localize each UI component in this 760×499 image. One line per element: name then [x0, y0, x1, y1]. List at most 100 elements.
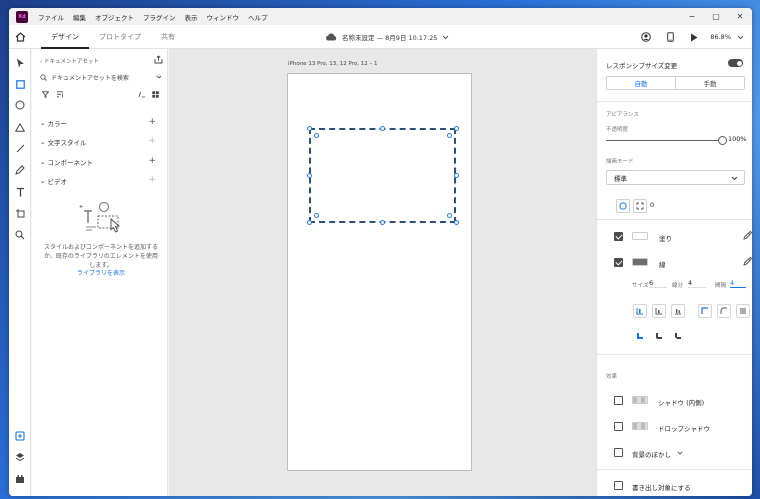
fill-checkbox[interactable] — [614, 232, 623, 241]
cap-bevel-button[interactable] — [671, 329, 685, 343]
section-character-styles[interactable]: ⌄ 文字スタイル + — [40, 136, 162, 147]
tab-share[interactable]: 共有 — [151, 25, 185, 49]
corner-radius-handle[interactable] — [447, 133, 452, 138]
resize-handle-left[interactable] — [307, 173, 312, 178]
filter-icon[interactable] — [42, 91, 49, 98]
resize-handle-top-right[interactable] — [454, 126, 459, 131]
add-color-icon[interactable]: + — [148, 117, 156, 127]
minimize-button[interactable]: − — [680, 8, 704, 25]
opacity-slider-knob[interactable] — [718, 136, 727, 145]
chevron-down-icon[interactable] — [737, 35, 744, 40]
blend-mode-select[interactable]: 標準 — [606, 170, 745, 185]
pen-tool[interactable] — [13, 163, 27, 177]
resize-handle-right[interactable] — [454, 173, 459, 178]
home-button[interactable] — [9, 31, 31, 42]
section-components[interactable]: ⌄ コンポーネント + — [40, 156, 162, 167]
view-libraries-link[interactable]: ライブラリを表示 — [42, 268, 160, 277]
list-view-icon[interactable] — [138, 91, 146, 98]
assets-panel-button[interactable] — [13, 429, 27, 443]
device-preview-button[interactable] — [658, 32, 682, 42]
drop-shadow-swatch[interactable] — [632, 422, 648, 430]
drop-shadow-checkbox[interactable] — [614, 422, 623, 431]
stroke-center-button[interactable] — [652, 304, 666, 318]
add-video-icon[interactable]: + — [148, 175, 156, 185]
breadcrumb[interactable]: ‹ ドキュメントアセット — [40, 57, 99, 65]
text-tool[interactable] — [13, 185, 27, 199]
inner-shadow-swatch[interactable] — [632, 396, 648, 404]
polygon-tool[interactable] — [13, 120, 27, 134]
uniform-radius-button[interactable] — [616, 199, 630, 213]
inner-shadow-checkbox[interactable] — [614, 396, 623, 405]
dash-input[interactable]: 4 — [688, 279, 706, 288]
resize-handle-top-left[interactable] — [307, 126, 312, 131]
chevron-down-icon[interactable] — [677, 451, 683, 455]
opacity-value[interactable]: 100% — [728, 135, 747, 143]
grid-view-icon[interactable] — [152, 91, 159, 98]
tab-design[interactable]: デザイン — [41, 25, 89, 49]
asset-search-input[interactable]: ドキュメントアセットを検索 — [40, 71, 162, 83]
resize-handle-top[interactable] — [380, 126, 385, 131]
opacity-slider-track[interactable] — [606, 140, 724, 141]
maximize-button[interactable]: ▢ — [704, 8, 728, 25]
user-button[interactable] — [634, 32, 658, 42]
menu-window[interactable]: ウィンドウ — [207, 12, 249, 22]
cap-square-button[interactable] — [633, 329, 647, 343]
resize-handle-bottom-right[interactable] — [454, 220, 459, 225]
document-title[interactable]: 名称未設定 — 8月9日 10.17.25 — [325, 25, 449, 49]
corner-radius-handle[interactable] — [314, 133, 319, 138]
add-component-icon[interactable]: + — [148, 156, 156, 166]
plugins-panel-button[interactable] — [13, 472, 27, 486]
menu-edit[interactable]: 編集 — [73, 12, 95, 22]
individual-radius-button[interactable] — [633, 199, 647, 213]
eyedropper-icon[interactable] — [743, 231, 752, 240]
sort-icon[interactable] — [56, 91, 64, 98]
corner-radius-handle[interactable] — [314, 213, 319, 218]
stroke-inside-button[interactable] — [633, 304, 647, 318]
cap-square-icon — [637, 333, 643, 339]
menu-view[interactable]: 表示 — [185, 12, 207, 22]
close-window-button[interactable]: ✕ — [728, 8, 752, 25]
layers-panel-button[interactable] — [13, 450, 27, 464]
zoom-tool[interactable] — [13, 228, 27, 242]
corner-radius-handle[interactable] — [447, 213, 452, 218]
fill-color-swatch[interactable] — [632, 232, 648, 240]
add-character-style-icon[interactable]: + — [148, 136, 156, 146]
selected-rectangle[interactable] — [309, 128, 456, 223]
stroke-color-swatch[interactable] — [632, 258, 648, 266]
stroke-outside-button[interactable] — [671, 304, 685, 318]
section-colors[interactable]: ⌄ カラー + — [40, 117, 162, 128]
menu-file[interactable]: ファイル — [38, 12, 73, 22]
share-icon[interactable] — [154, 55, 163, 64]
artboard-title[interactable]: iPhone 13 Pro, 13, 12 Pro, 12 – 1 — [288, 61, 378, 67]
tab-prototype[interactable]: プロトタイプ — [89, 25, 151, 49]
menu-object[interactable]: オブジェクト — [95, 12, 143, 22]
play-button[interactable] — [682, 33, 706, 42]
ellipse-tool[interactable] — [13, 98, 27, 112]
cap-round-button[interactable] — [652, 329, 666, 343]
join-miter-button[interactable] — [698, 304, 712, 318]
responsive-resize-toggle[interactable] — [728, 59, 743, 67]
line-tool[interactable] — [13, 141, 27, 155]
resize-handle-bottom-left[interactable] — [307, 220, 312, 225]
zoom-level[interactable]: 86.8% — [710, 33, 731, 41]
mode-manual-button[interactable]: 手動 — [676, 77, 744, 89]
menu-help[interactable]: ヘルプ — [248, 12, 277, 22]
mark-for-export-checkbox[interactable] — [614, 481, 623, 490]
stroke-checkbox[interactable] — [614, 258, 623, 267]
corner-radius-input[interactable]: 0 — [650, 201, 654, 209]
section-video[interactable]: ⌄ ビデオ + — [40, 175, 162, 186]
canvas[interactable]: iPhone 13 Pro, 13, 12 Pro, 12 – 1 — [169, 49, 596, 496]
join-bevel-button[interactable] — [736, 304, 750, 318]
artboard-tool[interactable] — [13, 206, 27, 220]
ellipse-icon — [15, 100, 25, 110]
menu-plugins[interactable]: プラグイン — [143, 12, 185, 22]
stroke-size-input[interactable]: 6 — [649, 279, 667, 288]
resize-handle-bottom[interactable] — [380, 220, 385, 225]
eyedropper-icon[interactable] — [743, 257, 752, 266]
select-tool[interactable] — [13, 56, 27, 70]
join-round-button[interactable] — [717, 304, 731, 318]
background-blur-checkbox[interactable] — [614, 448, 623, 457]
gap-input[interactable]: 4 — [730, 279, 746, 288]
mode-auto-button[interactable]: 自動 — [607, 77, 676, 89]
rectangle-tool[interactable] — [13, 77, 27, 91]
